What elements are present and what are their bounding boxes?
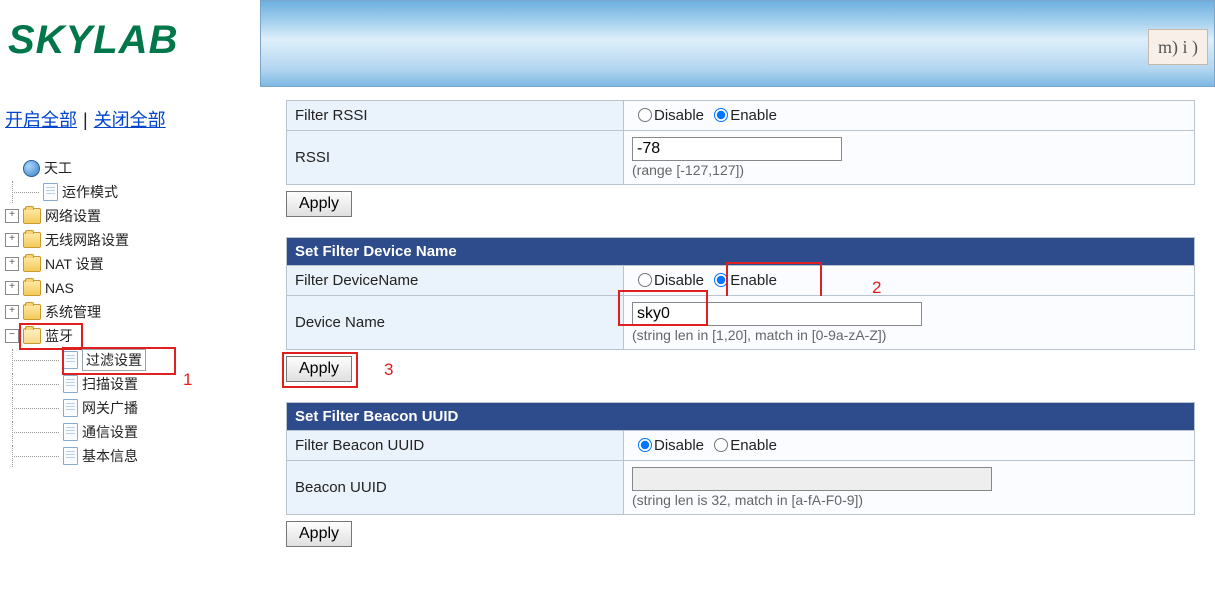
close-all-link[interactable]: 关闭全部 <box>94 110 166 130</box>
expand-icon[interactable]: + <box>5 257 19 271</box>
page-icon <box>63 447 78 465</box>
folder-icon <box>23 232 41 248</box>
rssi-hint: (range [-127,127]) <box>632 162 1186 178</box>
collapse-icon[interactable]: − <box>5 329 19 343</box>
page-icon <box>63 399 78 417</box>
rssi-input[interactable] <box>632 137 842 161</box>
devname-hint: (string len in [1,20], match in [0-9a-zA… <box>632 327 1186 343</box>
page-icon <box>63 423 78 441</box>
nav-bt-scan[interactable]: 扫描设置 <box>82 374 138 394</box>
uuid-value-label: Beacon UUID <box>287 461 624 515</box>
uuid-hint: (string len is 32, match in [a-fA-F0-9]) <box>632 492 1186 508</box>
expand-icon[interactable]: + <box>5 233 19 247</box>
filter-rssi-label: Filter RSSI <box>287 101 624 131</box>
globe-icon <box>23 160 40 177</box>
uuid-enable-option[interactable]: Enable <box>708 437 777 454</box>
rssi-enable-radio[interactable] <box>714 108 728 122</box>
disable-label: Disable <box>654 107 704 124</box>
expand-icon[interactable]: + <box>5 305 19 319</box>
uuid-header: Set Filter Beacon UUID <box>287 403 1195 431</box>
enable-label: Enable <box>730 107 777 124</box>
nav-wireless[interactable]: 无线网路设置 <box>45 230 129 250</box>
uuid-section: Set Filter Beacon UUID Filter Beacon UUI… <box>286 402 1195 561</box>
folder-icon <box>23 256 41 272</box>
open-all-link[interactable]: 开启全部 <box>5 110 77 130</box>
expand-icon[interactable]: + <box>5 209 19 223</box>
nav-nas[interactable]: NAS <box>45 280 74 296</box>
filter-uuid-label: Filter Beacon UUID <box>287 431 624 461</box>
rssi-value-label: RSSI <box>287 131 624 185</box>
filter-devname-label: Filter DeviceName <box>287 266 624 296</box>
nav-op-mode[interactable]: 运作模式 <box>62 182 118 202</box>
nav-bt-comm[interactable]: 通信设置 <box>82 422 138 442</box>
rssi-apply-button[interactable]: Apply <box>286 191 352 217</box>
disable-label: Disable <box>654 272 704 289</box>
annotation-box <box>19 323 83 350</box>
page-icon <box>63 375 78 393</box>
navigation-tree: 天工 运作模式 + 网络设置 + 无线网路设置 + NAT 设置 + NAS + 系统管理… <box>5 155 245 469</box>
nav-network[interactable]: 网络设置 <box>45 206 101 226</box>
page-icon <box>43 183 58 201</box>
uuid-enable-radio[interactable] <box>714 438 728 452</box>
brand-logo: SKYLAB <box>8 18 178 63</box>
folder-icon <box>23 280 41 296</box>
tree-toggle-links: 开启全部|关闭全部 <box>5 106 166 132</box>
rssi-disable-radio[interactable] <box>638 108 652 122</box>
folder-icon <box>23 304 41 320</box>
annotation-3: 3 <box>384 360 393 380</box>
header-banner: m) i ) <box>260 0 1215 87</box>
devname-value-label: Device Name <box>287 296 624 350</box>
devname-disable-radio[interactable] <box>638 273 652 287</box>
annotation-box <box>282 352 358 388</box>
devname-disable-option[interactable]: Disable <box>632 272 704 289</box>
uuid-disable-radio[interactable] <box>638 438 652 452</box>
nav-bt-info[interactable]: 基本信息 <box>82 446 138 466</box>
nav-bt-gateway[interactable]: 网关广播 <box>82 398 138 418</box>
annotation-box <box>62 347 176 375</box>
uuid-input[interactable] <box>632 467 992 491</box>
folder-icon <box>23 208 41 224</box>
uuid-apply-button[interactable]: Apply <box>286 521 352 547</box>
mi-icon: m) i ) <box>1148 29 1208 65</box>
rssi-enable-option[interactable]: Enable <box>708 107 777 124</box>
rssi-section: Filter RSSI Disable Enable RSSI (range [… <box>286 100 1195 231</box>
rssi-disable-option[interactable]: Disable <box>632 107 704 124</box>
annotation-1: 1 <box>183 370 192 390</box>
device-name-section: Set Filter Device Name Filter DeviceName… <box>286 237 1195 396</box>
enable-label: Enable <box>730 437 777 454</box>
nav-nat[interactable]: NAT 设置 <box>45 254 104 274</box>
tree-root[interactable]: 天工 <box>44 158 72 178</box>
disable-label: Disable <box>654 437 704 454</box>
nav-sys-mgmt[interactable]: 系统管理 <box>45 302 101 322</box>
uuid-disable-option[interactable]: Disable <box>632 437 704 454</box>
annotation-box <box>618 290 708 326</box>
expand-icon[interactable]: + <box>5 281 19 295</box>
